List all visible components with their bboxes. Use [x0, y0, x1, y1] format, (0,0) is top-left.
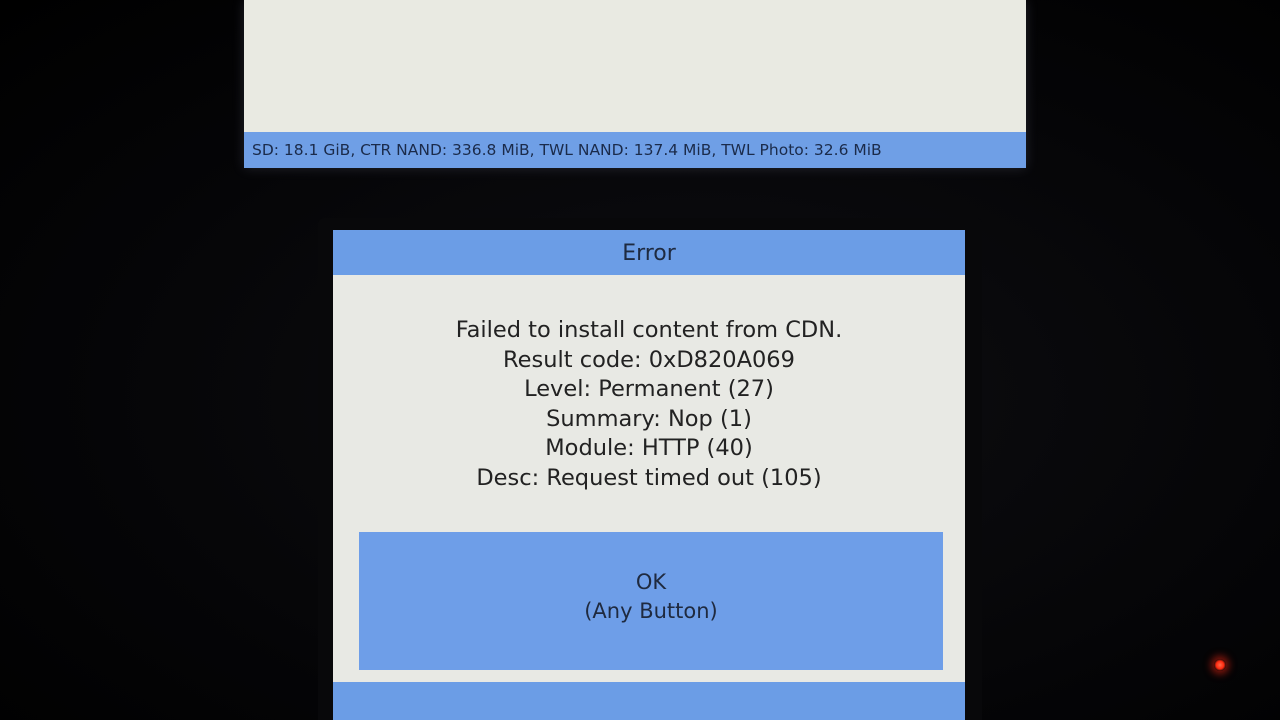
- error-line-module: Module: HTTP (40): [545, 435, 753, 461]
- ok-button-hint: (Any Button): [584, 599, 718, 623]
- error-message: Failed to install content from CDN. Resu…: [333, 316, 965, 493]
- error-line-description: Failed to install content from CDN.: [455, 317, 843, 343]
- dialog-title: Error: [333, 230, 965, 275]
- error-line-result-code: Result code: 0xD820A069: [503, 346, 795, 373]
- power-led-icon: [1214, 659, 1226, 671]
- error-line-level: Level: Permanent (27): [524, 376, 774, 402]
- top-screen: SD: 18.1 GiB, CTR NAND: 336.8 MiB, TWL N…: [244, 0, 1026, 168]
- bottom-bar: [333, 682, 965, 720]
- bottom-screen: Error Failed to install content from CDN…: [333, 230, 965, 720]
- ok-button-label: OK: [635, 570, 667, 594]
- error-line-desc: Desc: Request timed out (105): [476, 464, 822, 491]
- error-line-summary: Summary: Nop (1): [546, 405, 752, 432]
- storage-status-bar: SD: 18.1 GiB, CTR NAND: 336.8 MiB, TWL N…: [244, 132, 1026, 168]
- ok-button[interactable]: OK (Any Button): [359, 532, 943, 670]
- device-photo: SD: 18.1 GiB, CTR NAND: 336.8 MiB, TWL N…: [0, 0, 1280, 720]
